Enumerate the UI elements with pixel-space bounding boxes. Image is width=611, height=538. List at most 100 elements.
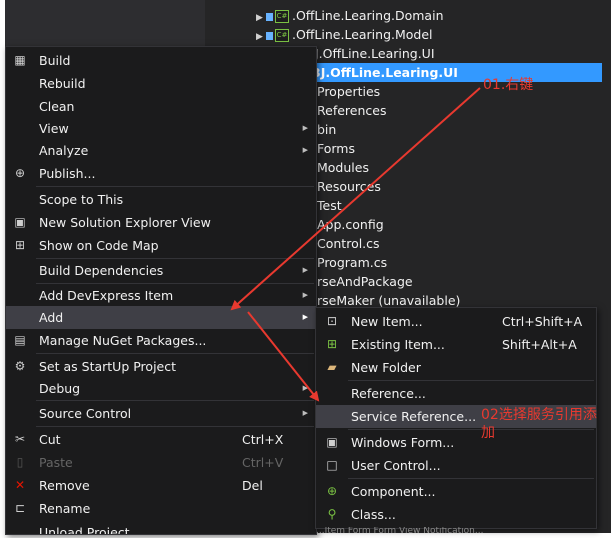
tree-node-bin[interactable]: bin	[317, 120, 336, 139]
code-map-icon: ⊞	[14, 238, 26, 252]
submenu-item-reference[interactable]: Reference...	[316, 382, 596, 405]
menu-item-label: Debug	[39, 381, 81, 396]
existing-item-icon: ⊞	[326, 337, 338, 351]
menu-item-label: Remove	[39, 478, 90, 493]
menu-item-set-startup[interactable]: ⚙ Set as StartUp Project	[6, 355, 316, 378]
menu-item-label: Build Dependencies	[39, 263, 164, 278]
tree-node-course-package[interactable]: rseAndPackage	[317, 272, 413, 291]
menu-item-label: Paste	[39, 455, 73, 470]
menu-item-add-devexpress-item[interactable]: Add DevExpress Item ▶	[6, 284, 316, 307]
expand-triangle-icon[interactable]: ▶	[256, 28, 266, 47]
menu-item-unload-project[interactable]: Unload Project	[6, 521, 316, 535]
nuget-package-icon: ▤	[14, 333, 26, 347]
menu-item-label: Add	[39, 310, 64, 325]
menu-item-label: Existing Item...	[351, 337, 445, 352]
menu-item-rename[interactable]: ⊏ Rename	[6, 497, 316, 520]
menu-item-source-control[interactable]: Source Control ▶	[6, 402, 316, 425]
menu-separator	[36, 400, 314, 401]
menu-item-label: Clean	[39, 99, 75, 114]
panel-background	[5, 0, 205, 46]
user-control-icon: □	[326, 458, 338, 472]
tree-node-program-cs[interactable]: Program.cs	[317, 253, 387, 272]
menu-item-label: New Item...	[351, 314, 423, 329]
menu-item-scope-to-this[interactable]: Scope to This	[6, 188, 316, 211]
menu-item-rebuild[interactable]: Rebuild	[6, 72, 316, 95]
submenu-arrow-icon: ▶	[302, 266, 308, 274]
menu-item-label: New Folder	[351, 360, 421, 375]
submenu-item-class[interactable]: ⚲ Class...	[316, 503, 596, 526]
build-icon: ▦	[14, 53, 26, 67]
menu-item-label: Class...	[351, 507, 396, 522]
menu-item-label: Add DevExpress Item	[39, 288, 174, 303]
tree-node-domain[interactable]: ▶ C# .OffLine.Learing.Domain	[256, 6, 444, 25]
menu-item-build[interactable]: ▦ Build	[6, 49, 316, 72]
menu-item-add[interactable]: Add ▶	[6, 306, 316, 329]
tree-node-properties[interactable]: Properties	[317, 82, 380, 101]
menu-item-paste[interactable]: ▯ Paste Ctrl+V	[6, 451, 316, 474]
submenu-item-new-item[interactable]: ⊡ New Item... Ctrl+Shift+A	[316, 310, 596, 333]
menu-item-label: Publish...	[39, 166, 96, 181]
new-item-icon: ⊡	[326, 314, 338, 328]
menu-item-label: Cut	[39, 432, 61, 447]
menu-item-debug[interactable]: Debug ▶	[6, 377, 316, 400]
shortcut-text: Ctrl+X	[242, 432, 284, 447]
globe-publish-icon: ⊕	[14, 166, 26, 180]
csharp-project-icon: C#	[275, 29, 289, 42]
submenu-item-user-control[interactable]: □ User Control...	[316, 454, 596, 477]
gear-icon: ⚙	[14, 359, 26, 373]
clipboard-icon: ▯	[16, 455, 24, 469]
tree-node-selected-project[interactable]: 3J.OffLine.Learing.UI	[312, 63, 602, 82]
menu-item-label: Show on Code Map	[39, 238, 159, 253]
tree-node-references[interactable]: References	[317, 101, 386, 120]
menu-item-label: Source Control	[39, 406, 132, 421]
annotation-step1: 01.右键	[483, 77, 534, 93]
menu-item-build-dependencies[interactable]: Build Dependencies ▶	[6, 259, 316, 282]
menu-item-cut[interactable]: ✂ Cut Ctrl+X	[6, 428, 316, 451]
menu-item-label: Scope to This	[39, 192, 124, 207]
menu-item-label: Set as StartUp Project	[39, 359, 177, 374]
tree-node-modules[interactable]: Modules	[317, 158, 369, 177]
tree-node-app-config[interactable]: App.config	[317, 215, 384, 234]
lock-icon	[266, 12, 273, 21]
submenu-arrow-icon: ▶	[302, 409, 308, 417]
component-icon: ⊕	[326, 484, 338, 498]
submenu-item-existing-item[interactable]: ⊞ Existing Item... Shift+Alt+A	[316, 333, 596, 356]
csharp-project-icon: C#	[275, 10, 289, 23]
tree-node-test[interactable]: Test	[317, 196, 342, 215]
submenu-arrow-icon: ▶	[302, 291, 308, 299]
tree-node-model[interactable]: ▶ C# .OffLine.Learing.Model	[256, 25, 433, 44]
red-x-icon: ✕	[14, 478, 26, 492]
menu-item-label: User Control...	[351, 458, 441, 473]
tree-node-ui-project[interactable]: J.OffLine.Learing.UI	[315, 44, 435, 63]
menu-item-manage-nuget[interactable]: ▤ Manage NuGet Packages...	[6, 329, 316, 352]
menu-separator	[348, 478, 594, 479]
menu-item-label: Reference...	[351, 386, 426, 401]
submenu-item-new-folder[interactable]: ▰ New Folder	[316, 356, 596, 379]
tree-node-control-cs[interactable]: Control.cs	[317, 234, 380, 253]
submenu-item-component[interactable]: ⊕ Component...	[316, 480, 596, 503]
menu-separator	[348, 380, 594, 381]
tree-node-forms[interactable]: Forms	[317, 139, 355, 158]
menu-item-label: Rebuild	[39, 76, 86, 91]
menu-item-label: Build	[39, 53, 71, 68]
rename-icon: ⊏	[14, 501, 26, 515]
menu-separator	[36, 186, 314, 187]
tree-node-resources[interactable]: Resources	[317, 177, 381, 196]
menu-item-clean[interactable]: Clean	[6, 95, 316, 118]
menu-item-show-on-code-map[interactable]: ⊞ Show on Code Map	[6, 234, 316, 257]
menu-item-view[interactable]: View ▶	[6, 117, 316, 140]
shortcut-text: Shift+Alt+A	[502, 337, 577, 352]
menu-item-label: Manage NuGet Packages...	[39, 333, 207, 348]
menu-item-label: Service Reference...	[351, 409, 477, 424]
menu-item-new-solution-explorer-view[interactable]: ▣ New Solution Explorer View	[6, 211, 316, 234]
class-icon: ⚲	[327, 507, 337, 521]
menu-item-publish[interactable]: ⊕ Publish...	[6, 162, 316, 185]
menu-item-label: Analyze	[39, 143, 89, 158]
windows-form-icon: ▣	[326, 435, 338, 449]
menu-item-label: Unload Project	[39, 525, 130, 535]
submenu-arrow-icon: ▶	[302, 384, 308, 392]
menu-item-label: Component...	[351, 484, 436, 499]
menu-item-analyze[interactable]: Analyze ▶	[6, 139, 316, 162]
menu-item-remove[interactable]: ✕ Remove Del	[6, 474, 316, 497]
annotation-step2: 02选择服务引用添加	[481, 407, 597, 441]
